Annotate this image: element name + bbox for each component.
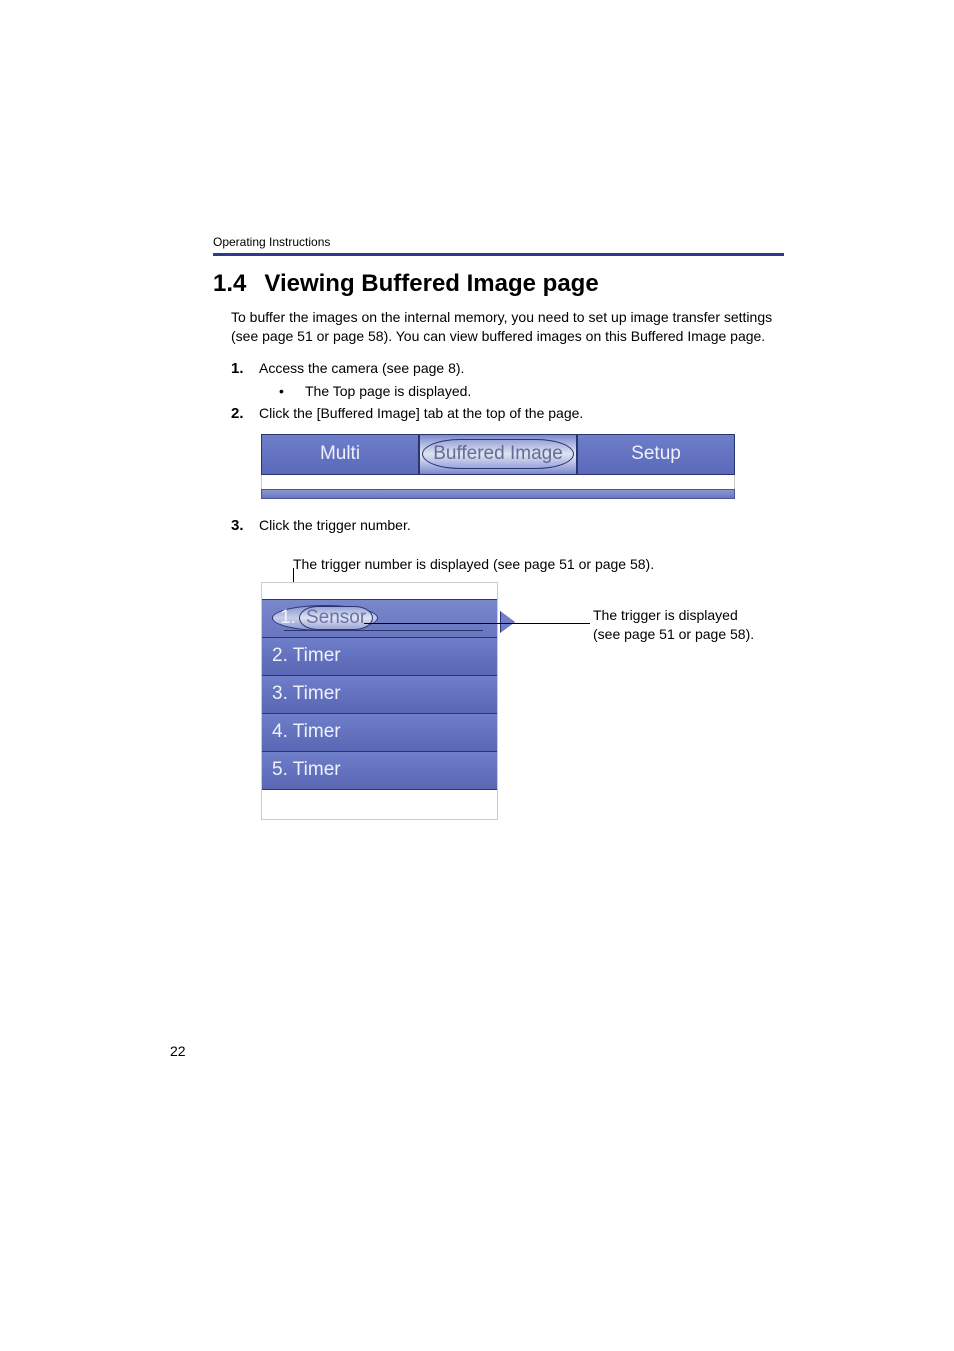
trigger-number: 1. <box>277 607 299 629</box>
step-1-sub-bullet: • The Top page is displayed. <box>279 383 784 399</box>
step-number: 3. <box>231 517 259 534</box>
trigger-label: Sensor <box>299 606 373 630</box>
step-2: 2. Click the [Buffered Image] tab at the… <box>231 405 784 422</box>
trigger-label: 3. Timer <box>272 683 341 705</box>
tab-buffered-image[interactable]: Buffered Image <box>419 434 577 475</box>
trigger-item-2-timer[interactable]: 2. Timer <box>262 637 497 675</box>
step-1: 1. Access the camera (see page 8). <box>231 360 784 377</box>
step-3-note: The trigger number is displayed (see pag… <box>293 556 784 572</box>
tab-bar-figure: Multi Buffered Image Setup <box>261 434 735 499</box>
tab-spacer <box>261 475 735 489</box>
bullet-dot: • <box>279 383 305 399</box>
heading-title: Viewing Buffered Image page <box>264 270 598 298</box>
intro-paragraph: To buffer the images on the internal mem… <box>231 308 784 346</box>
trigger-item-4-timer[interactable]: 4. Timer <box>262 713 497 751</box>
tab-label: Multi <box>320 443 360 465</box>
header-rule <box>213 253 784 256</box>
trigger-underline <box>284 630 483 631</box>
callout-underline <box>364 623 590 624</box>
step-3: 3. Click the trigger number. <box>231 517 784 534</box>
tab-label: Setup <box>631 443 681 465</box>
trigger-item-5-timer[interactable]: 5. Timer <box>262 751 497 789</box>
trigger-list-figure: 1. Sensor 2. Timer 3. Timer 4. Timer 5. … <box>261 582 771 820</box>
callout-arrow-icon <box>501 612 515 632</box>
step-text: Click the trigger number. <box>259 517 784 533</box>
callout-text: The trigger is displayed (see page 51 or… <box>593 606 783 644</box>
trigger-item-1-sensor[interactable]: 1. Sensor <box>262 599 497 637</box>
sub-bullet-text: The Top page is displayed. <box>305 383 471 399</box>
section-heading: 1.4 Viewing Buffered Image page <box>213 270 784 298</box>
step-text: Access the camera (see page 8). <box>259 360 784 376</box>
trigger-label: 4. Timer <box>272 721 341 743</box>
step-text: Click the [Buffered Image] tab at the to… <box>259 405 784 421</box>
callout-line-1: The trigger is displayed <box>593 607 738 623</box>
step-number: 1. <box>231 360 259 377</box>
page-number: 22 <box>170 1043 186 1059</box>
tab-bottom-bar <box>261 489 735 499</box>
trigger-label: 2. Timer <box>272 645 341 667</box>
step-number: 2. <box>231 405 259 422</box>
tab-setup[interactable]: Setup <box>577 434 735 475</box>
running-header: Operating Instructions <box>213 235 784 249</box>
trigger-label: 5. Timer <box>272 759 341 781</box>
callout-line-2: (see page 51 or page 58). <box>593 626 754 642</box>
tab-label: Buffered Image <box>422 439 574 469</box>
tab-multi[interactable]: Multi <box>261 434 419 475</box>
trigger-item-3-timer[interactable]: 3. Timer <box>262 675 497 713</box>
heading-number: 1.4 <box>213 270 246 298</box>
